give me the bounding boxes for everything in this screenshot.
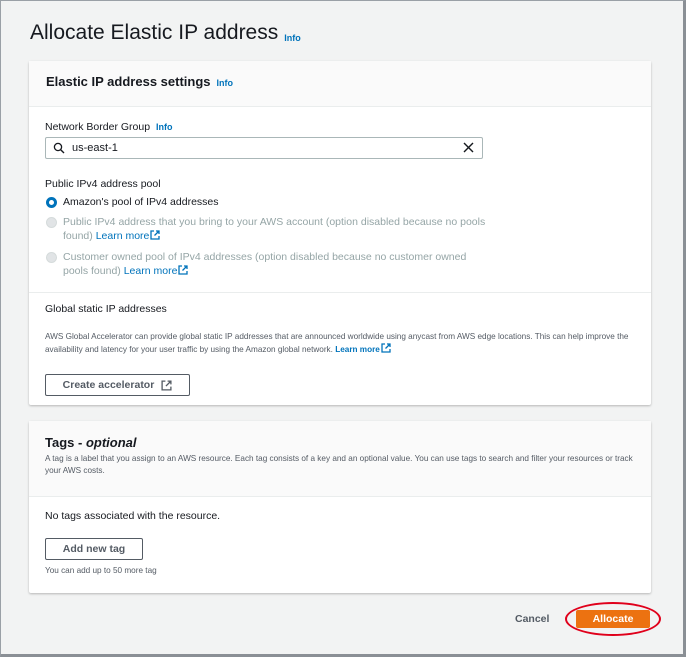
network-border-group-label-text: Network Border Group [45,121,151,133]
cancel-button[interactable]: Cancel [515,613,549,625]
tags-title-text: Tags - [45,435,86,450]
create-accelerator-button[interactable]: Create accelerator [45,374,190,396]
settings-panel-title: Elastic IP address settings Info [46,74,233,89]
global-accelerator-learn-more-text: Learn more [335,345,380,354]
tags-title: Tags - optional [45,435,136,450]
pool-option-amazon-label: Amazon's pool of IPv4 addresses [63,196,219,208]
add-new-tag-button[interactable]: Add new tag [45,538,143,560]
settings-panel-header: Elastic IP address settings Info [29,61,651,107]
network-border-group-search[interactable]: us-east-1 [45,137,483,159]
section-divider [29,292,651,293]
add-new-tag-label: Add new tag [62,543,126,555]
create-accelerator-label: Create accelerator [62,379,155,391]
byoip-learn-more-text: Learn more [95,230,150,242]
external-link-icon [150,230,161,240]
tags-panel-header: Tags - optional A tag is a label that yo… [29,421,651,497]
pool-option-customer-owned-label: Customer owned pool of IPv4 addresses (o… [63,250,493,278]
settings-header-text: Elastic IP address settings [46,74,211,89]
global-static-title: Global static IP addresses [45,303,167,315]
tags-title-optional: optional [85,435,137,450]
external-link-icon [161,379,172,391]
pool-radio-amazon[interactable] [46,197,57,208]
network-border-group-value: us-east-1 [72,142,118,154]
tag-limit-note: You can add up to 50 more tag [45,566,157,575]
tags-description: A tag is a label that you assign to an A… [45,454,633,475]
global-static-description: AWS Global Accelerator can provide globa… [45,331,635,356]
settings-panel: Elastic IP address settings Info Network … [29,61,651,405]
external-link-icon [178,265,189,275]
settings-info-link[interactable]: Info [217,78,234,88]
no-tags-message: No tags associated with the resource. [45,510,221,522]
pool-label: Public IPv4 address pool [45,178,161,190]
tags-panel: Tags - optional A tag is a label that yo… [29,421,651,593]
clear-icon[interactable] [463,142,474,153]
external-link-icon [381,343,391,353]
pool-option-byoip-label: Public IPv4 address that you bring to yo… [63,215,493,243]
pool-radio-customer-owned [46,252,57,263]
global-accelerator-learn-more-link[interactable]: Learn more [335,343,391,354]
byoip-learn-more-link[interactable]: Learn more [96,230,161,242]
page-info-link[interactable]: Info [284,33,301,43]
customer-owned-learn-more-link[interactable]: Learn more [124,265,189,277]
page-title-text: Allocate Elastic IP address [30,21,279,44]
page-title: Allocate Elastic IP address Info [30,21,301,45]
pool-radio-byoip [46,217,57,228]
customer-owned-learn-more-text: Learn more [123,265,178,277]
allocate-highlight-ring: Allocate [565,602,661,636]
network-border-group-info-link[interactable]: Info [156,122,173,132]
allocate-button[interactable]: Allocate [576,610,650,628]
network-border-group-label: Network Border Group Info [45,121,173,133]
search-icon [53,142,65,154]
window-frame: Allocate Elastic IP address Info Elastic … [0,0,686,657]
